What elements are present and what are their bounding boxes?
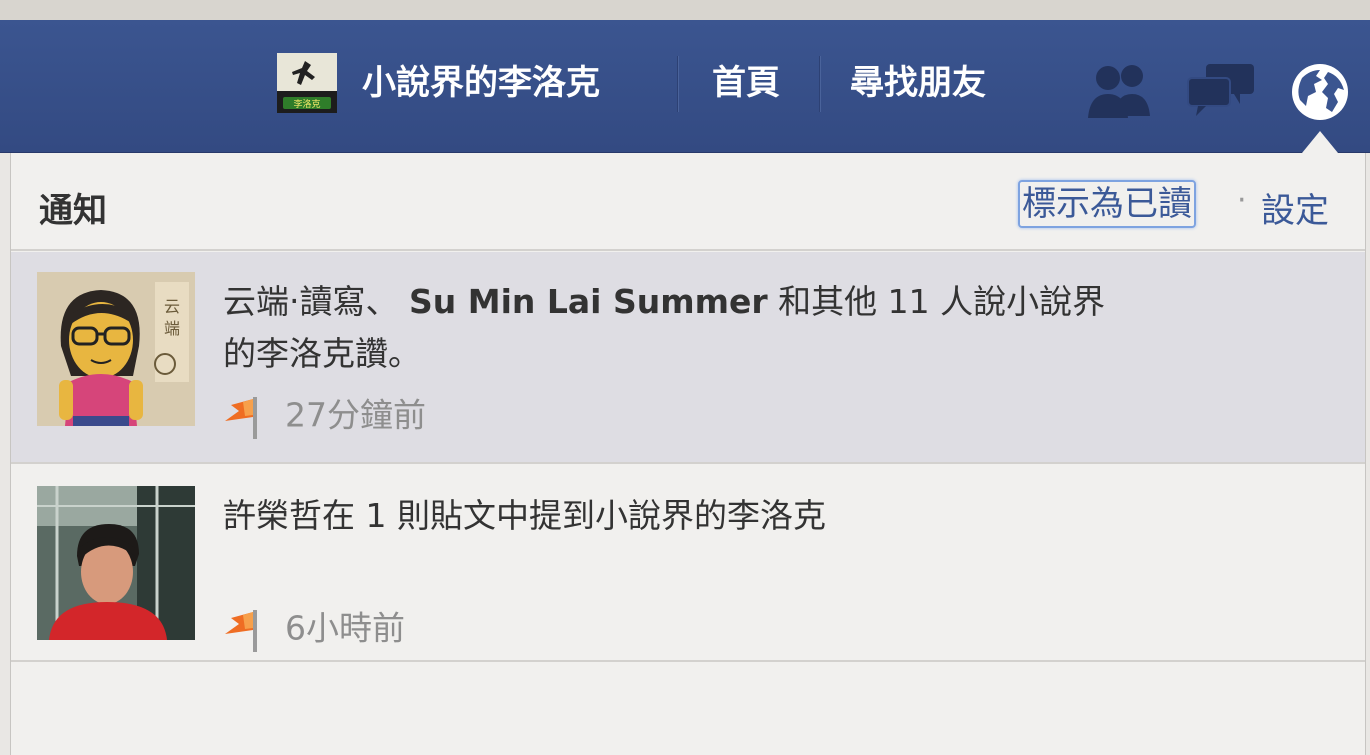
avatar[interactable]: 云 端 [37, 272, 195, 426]
friends-icon[interactable] [1086, 60, 1156, 122]
svg-text:端: 端 [164, 319, 180, 338]
notification-meta: 6小時前 [223, 602, 405, 652]
notification-meta: 27分鐘前 [223, 389, 426, 439]
top-navigation-bar: 李洛克 小說界的李洛克 首頁 尋找朋友 [0, 20, 1370, 153]
notifications-header: 通知 標示為已讀 · 設定 [11, 153, 1365, 251]
mark-as-read-link[interactable]: 標示為已讀 [1018, 180, 1196, 228]
settings-link[interactable]: 設定 [1261, 183, 1329, 232]
globe-icon[interactable] [1288, 60, 1358, 122]
home-link[interactable]: 首頁 [712, 60, 780, 106]
profile-name-link[interactable]: 小說界的李洛克 [362, 60, 600, 106]
profile-thumbnail[interactable]: 李洛克 [277, 53, 337, 113]
notification-message: 和其他 11 人說小說界 [778, 282, 1106, 321]
avatar[interactable] [37, 486, 195, 640]
actor-name[interactable]: 云端‧讀寫、 [223, 282, 399, 321]
notification-time[interactable]: 27分鐘前 [285, 396, 426, 435]
dropdown-caret [1302, 131, 1338, 153]
notification-time[interactable]: 6小時前 [285, 609, 405, 648]
find-friends-link[interactable]: 尋找朋友 [850, 60, 986, 106]
nav-divider [677, 56, 678, 112]
svg-text:李洛克: 李洛克 [293, 98, 320, 110]
notifications-panel: 通知 標示為已讀 · 設定 云 端 云端‧讀寫、 Su Min Lai Summ… [10, 153, 1366, 755]
actor-name[interactable]: Su Min Lai Summer [409, 282, 768, 321]
window-top-strip [0, 0, 1370, 20]
flag-icon [223, 606, 269, 652]
notification-text: 云端‧讀寫、 Su Min Lai Summer 和其他 11 人說小說界 的李… [223, 276, 1263, 380]
notification-message: 的李洛克讚。 [223, 334, 421, 373]
messages-icon[interactable] [1186, 60, 1256, 122]
flag-icon [223, 393, 269, 439]
notification-item[interactable]: 云 端 云端‧讀寫、 Su Min Lai Summer 和其他 11 人說小說… [11, 252, 1365, 464]
nav-divider [819, 56, 820, 112]
notification-item[interactable]: 許榮哲在 1 則貼文中提到小說界的李洛克 6小時前 [11, 466, 1365, 662]
notifications-title: 通知 [39, 191, 107, 231]
notification-text: 許榮哲在 1 則貼文中提到小說界的李洛克 [223, 496, 826, 535]
svg-text:云: 云 [164, 297, 180, 316]
header-separator: · [1237, 183, 1247, 218]
